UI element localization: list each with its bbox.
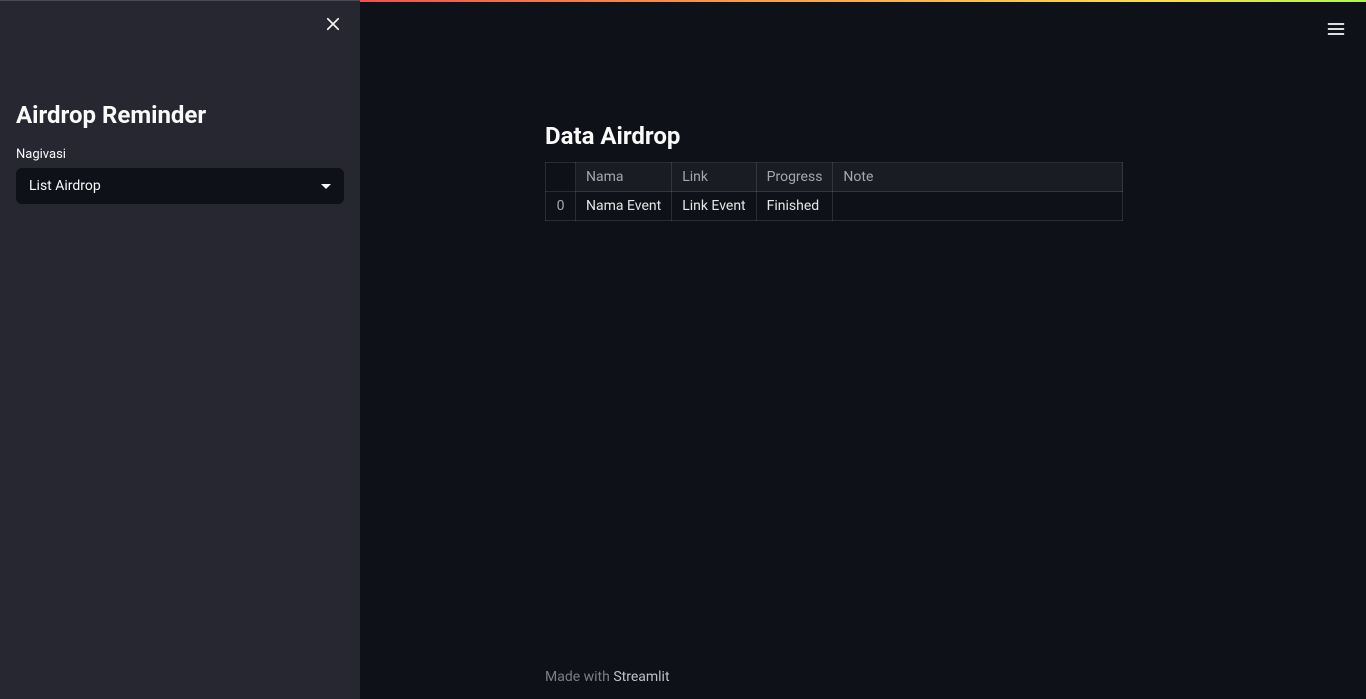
nav-select-value: List Airdrop: [29, 178, 101, 194]
main-area: Data Airdrop Nama Link Progress Note: [360, 0, 1366, 699]
table-row[interactable]: 0 Nama Event Link Event Finished: [546, 192, 1123, 221]
table-corner-cell: [546, 163, 576, 192]
sidebar-content: Airdrop Reminder Nagivasi List Airdrop: [0, 1, 360, 220]
airdrop-table[interactable]: Nama Link Progress Note 0 Nama Event Lin…: [545, 162, 1123, 221]
table-row-index: 0: [546, 192, 576, 221]
hamburger-icon: [1326, 19, 1346, 42]
content-column: Data Airdrop Nama Link Progress Note: [545, 122, 1245, 699]
table-header-row: Nama Link Progress Note: [546, 163, 1123, 192]
nav-select[interactable]: List Airdrop: [16, 168, 344, 204]
table-cell-link[interactable]: Link Event: [672, 192, 756, 221]
footer-brand-link[interactable]: Streamlit: [613, 669, 669, 685]
table-cell-note[interactable]: [833, 192, 1123, 221]
page-heading: Data Airdrop: [545, 122, 1245, 150]
table-col-nama[interactable]: Nama: [576, 163, 672, 192]
main-content: Data Airdrop Nama Link Progress Note: [360, 2, 1366, 699]
chevron-down-icon: [321, 184, 331, 189]
table-cell-nama[interactable]: Nama Event: [576, 192, 672, 221]
table-col-link[interactable]: Link: [672, 163, 756, 192]
footer-prefix: Made with: [545, 669, 613, 685]
main-menu-button[interactable]: [1324, 18, 1348, 42]
table-col-note[interactable]: Note: [833, 163, 1123, 192]
sidebar: Airdrop Reminder Nagivasi List Airdrop: [0, 0, 360, 699]
table-cell-progress[interactable]: Finished: [756, 192, 833, 221]
app-root: Airdrop Reminder Nagivasi List Airdrop D…: [0, 0, 1366, 699]
table-col-progress[interactable]: Progress: [756, 163, 833, 192]
footer: Made with Streamlit: [360, 669, 1366, 685]
nav-select-label: Nagivasi: [16, 147, 344, 162]
sidebar-close-button[interactable]: [320, 12, 346, 38]
sidebar-title: Airdrop Reminder: [16, 101, 344, 129]
close-icon: [324, 15, 342, 36]
